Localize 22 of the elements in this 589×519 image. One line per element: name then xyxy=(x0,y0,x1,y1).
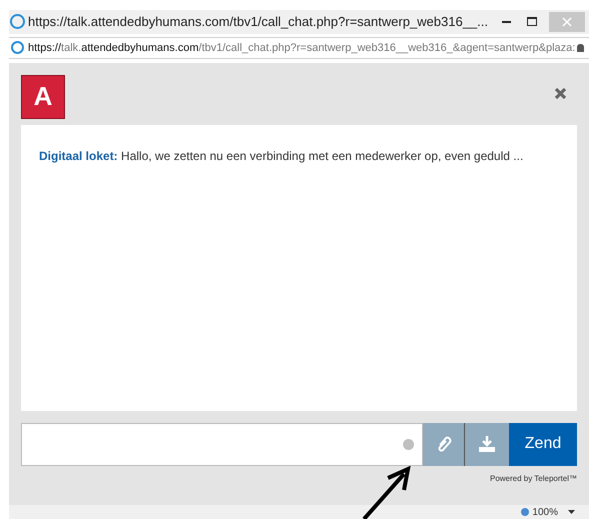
logo: A xyxy=(21,74,65,119)
close-icon[interactable] xyxy=(554,86,567,100)
chat-message: Digitaal loket: Hallo, we zetten nu een verbinding met een medewerker op, even geduld ... xyxy=(39,148,524,165)
maximize-icon[interactable] xyxy=(526,17,537,26)
browser-icon xyxy=(10,14,25,30)
url-text: https://talk.attendedbyhumans.com/tbv1/call_chat.php?r=santwerp_web316__web316_&agent=santwerp&plaza: xyxy=(28,40,576,56)
message-input[interactable] xyxy=(21,422,423,466)
attach-button[interactable] xyxy=(423,422,465,466)
annotation-arrow xyxy=(360,466,412,519)
powered-by-text: Powered by Teleportel™ xyxy=(490,472,577,485)
zoom-level[interactable]: 100% xyxy=(532,504,558,519)
zoom-icon[interactable] xyxy=(521,508,530,516)
paperclip-icon xyxy=(436,435,452,454)
address-bar[interactable]: https://talk.attendedbyhumans.com/tbv1/call_chat.php?r=santwerp_web316__web316_&agent=santwerp&plaza: xyxy=(9,36,589,59)
lock-icon xyxy=(577,44,584,52)
minimize-icon[interactable] xyxy=(502,20,511,23)
caret-icon[interactable] xyxy=(568,510,575,514)
browser-icon xyxy=(11,41,24,54)
send-button[interactable]: Zend xyxy=(509,422,577,466)
download-icon xyxy=(478,436,496,452)
window-title: https://talk.attendedbyhumans.com/tbv1/call_chat.php?r=santwerp_web316__... xyxy=(28,13,488,32)
close-icon xyxy=(562,16,572,27)
